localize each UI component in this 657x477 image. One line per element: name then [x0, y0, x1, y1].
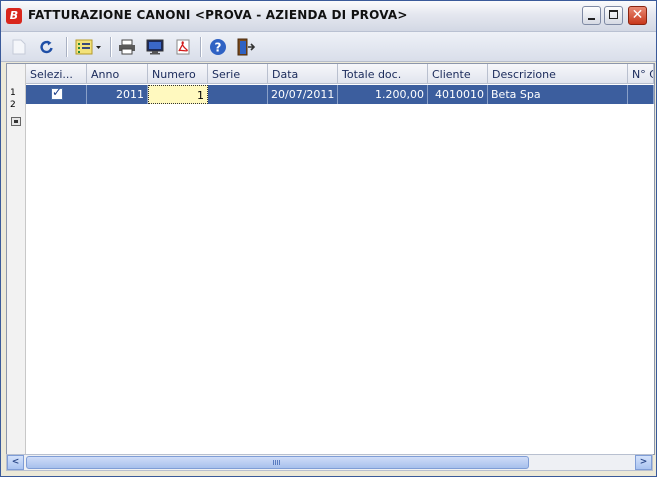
scrollbar-grip [273, 460, 281, 465]
cell-nc[interactable] [628, 85, 654, 104]
refresh-icon[interactable] [37, 37, 57, 57]
help-icon[interactable]: ? [208, 37, 228, 57]
row-number: 1 [10, 88, 16, 98]
cell-serie[interactable] [208, 85, 268, 104]
column-header-data[interactable]: Data [268, 64, 338, 84]
cell-totale-doc[interactable]: 1.200,00 [338, 85, 428, 104]
column-header-descrizione[interactable]: Descrizione [488, 64, 628, 84]
toolbar-separator [110, 37, 112, 57]
maximize-icon [609, 10, 618, 19]
new-doc-icon[interactable] [9, 37, 29, 57]
new-row-indicator-icon [11, 117, 21, 126]
column-header-anno[interactable]: Anno [87, 64, 148, 84]
app-window: B FATTURAZIONE CANONI <PROVA - AZIENDA D… [0, 0, 657, 477]
cell-cliente[interactable]: 4010010 [428, 85, 488, 104]
cell-descrizione[interactable]: Beta Spa [488, 85, 628, 104]
column-header-seleziona[interactable]: Selezi... [26, 64, 87, 84]
preview-screen-icon[interactable] [145, 37, 165, 57]
cell-anno[interactable]: 2011 [87, 85, 148, 104]
row-select-checkbox[interactable] [51, 85, 63, 100]
window-title: FATTURAZIONE CANONI <PROVA - AZIENDA DI … [28, 8, 408, 22]
svg-text:?: ? [215, 41, 222, 55]
minimize-button[interactable] [582, 6, 601, 25]
toolbar: ? [1, 32, 656, 62]
row-number: 2 [10, 100, 16, 110]
scrollbar-thumb[interactable] [26, 456, 529, 469]
export-pdf-icon[interactable] [173, 37, 193, 57]
cell-numero[interactable]: 1 [148, 85, 208, 104]
column-header-nc[interactable]: N° C [628, 64, 654, 84]
toolbar-separator [200, 37, 202, 57]
row-header-column: 1 2 [7, 64, 26, 454]
data-grid[interactable]: 1 2 Selezi... Anno Numero Serie Data Tot… [6, 63, 655, 455]
print-icon[interactable] [117, 37, 137, 57]
minimize-icon [588, 18, 595, 20]
close-icon: ✕ [631, 7, 644, 23]
close-button[interactable]: ✕ [628, 6, 647, 25]
list-options-icon[interactable] [74, 37, 104, 57]
cell-data[interactable]: 20/07/2011 [268, 85, 338, 104]
horizontal-scrollbar[interactable]: < > [6, 454, 653, 471]
app-logo-icon: B [6, 8, 22, 24]
cell-selezionato[interactable] [26, 85, 87, 104]
column-header-cliente[interactable]: Cliente [428, 64, 488, 84]
column-header-serie[interactable]: Serie [208, 64, 268, 84]
scroll-left-button[interactable]: < [7, 455, 24, 470]
column-header-totale-doc[interactable]: Totale doc. [338, 64, 428, 84]
table-row[interactable]: 2011 1 20/07/2011 1.200,00 4010010 Beta … [26, 85, 654, 104]
toolbar-separator [66, 37, 68, 57]
scroll-right-button[interactable]: > [635, 455, 652, 470]
maximize-button[interactable] [604, 6, 623, 25]
title-bar[interactable]: B FATTURAZIONE CANONI <PROVA - AZIENDA D… [1, 1, 656, 32]
exit-icon[interactable] [236, 37, 256, 57]
column-header-numero[interactable]: Numero [148, 64, 208, 84]
